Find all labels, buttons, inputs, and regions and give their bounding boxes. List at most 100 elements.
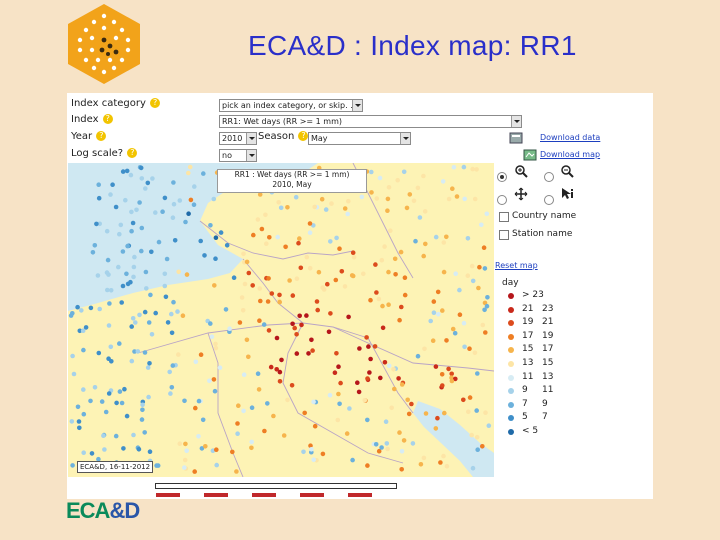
station-dot[interactable]: [133, 320, 138, 325]
station-dot[interactable]: [131, 264, 137, 270]
station-dot[interactable]: [332, 370, 338, 375]
station-dot[interactable]: [208, 321, 213, 326]
station-dot[interactable]: [137, 200, 142, 205]
station-dot[interactable]: [261, 322, 267, 327]
log-scale-select[interactable]: no: [219, 149, 257, 162]
station-dot[interactable]: [290, 321, 295, 327]
station-dot[interactable]: [406, 411, 412, 417]
station-dot[interactable]: [379, 257, 385, 263]
station-dot[interactable]: [481, 245, 487, 250]
station-dot[interactable]: [239, 295, 245, 300]
station-dot[interactable]: [365, 417, 370, 423]
station-dot[interactable]: [246, 270, 252, 276]
station-dot[interactable]: [108, 288, 114, 293]
station-dot[interactable]: [234, 469, 239, 474]
station-dot[interactable]: [250, 283, 255, 288]
station-dot[interactable]: [171, 201, 177, 207]
station-dot[interactable]: [120, 283, 126, 289]
station-dot[interactable]: [103, 409, 109, 415]
download-data-icon[interactable]: [509, 131, 523, 145]
station-dot[interactable]: [397, 317, 402, 323]
station-dot[interactable]: [142, 309, 148, 315]
station-dot[interactable]: [108, 192, 113, 197]
station-dot[interactable]: [146, 320, 152, 325]
station-dot[interactable]: [70, 311, 75, 316]
station-dot[interactable]: [81, 450, 86, 456]
station-dot[interactable]: [368, 297, 373, 303]
station-dot[interactable]: [182, 465, 187, 470]
station-dot[interactable]: [440, 383, 445, 388]
station-dot[interactable]: [287, 278, 292, 283]
station-dot[interactable]: [359, 194, 365, 200]
station-dot[interactable]: [302, 410, 307, 416]
station-dot[interactable]: [477, 264, 482, 270]
station-dot[interactable]: [470, 166, 476, 172]
station-dot[interactable]: [139, 225, 145, 231]
station-dot[interactable]: [192, 469, 197, 474]
station-dot[interactable]: [378, 375, 383, 381]
station-dot[interactable]: [335, 417, 341, 423]
station-dot[interactable]: [97, 306, 102, 312]
country-name-checkbox[interactable]: [499, 212, 509, 222]
station-dot[interactable]: [312, 423, 318, 429]
station-dot[interactable]: [200, 417, 206, 423]
station-dot[interactable]: [202, 253, 207, 258]
station-dot[interactable]: [142, 430, 147, 435]
station-dot[interactable]: [262, 428, 267, 434]
station-dot[interactable]: [415, 353, 421, 359]
station-dot[interactable]: [346, 314, 351, 320]
station-dot[interactable]: [145, 365, 151, 370]
station-dot[interactable]: [143, 186, 148, 191]
station-dot[interactable]: [235, 431, 240, 437]
station-dot[interactable]: [423, 241, 428, 247]
station-dot[interactable]: [164, 256, 170, 262]
station-dot[interactable]: [106, 356, 111, 361]
station-dot[interactable]: [472, 350, 478, 356]
station-dot[interactable]: [139, 248, 144, 254]
station-dot[interactable]: [441, 453, 446, 459]
station-dot[interactable]: [399, 449, 405, 454]
station-dot[interactable]: [430, 338, 436, 343]
station-dot[interactable]: [95, 273, 101, 278]
station-dot[interactable]: [193, 359, 199, 365]
station-name-checkbox[interactable]: [499, 230, 509, 240]
station-dot[interactable]: [169, 311, 174, 317]
station-dot[interactable]: [435, 415, 440, 421]
station-dot[interactable]: [213, 256, 218, 261]
station-dot[interactable]: [198, 238, 203, 244]
station-dot[interactable]: [476, 285, 481, 291]
info-radio[interactable]: [544, 195, 554, 205]
station-dot[interactable]: [462, 344, 467, 350]
station-dot[interactable]: [333, 277, 339, 283]
station-dot[interactable]: [374, 196, 380, 201]
station-dot[interactable]: [138, 165, 144, 171]
station-dot[interactable]: [123, 197, 128, 203]
station-dot[interactable]: [171, 299, 176, 305]
station-map-canvas[interactable]: [68, 163, 494, 477]
station-dot[interactable]: [366, 344, 371, 349]
station-dot[interactable]: [96, 195, 102, 201]
station-dot[interactable]: [285, 397, 290, 403]
station-dot[interactable]: [117, 389, 123, 394]
station-dot[interactable]: [369, 169, 374, 175]
station-dot[interactable]: [124, 271, 129, 277]
station-dot[interactable]: [289, 383, 295, 388]
station-dot[interactable]: [392, 386, 397, 392]
station-dot[interactable]: [118, 222, 124, 228]
station-dot[interactable]: [139, 176, 145, 181]
station-dot[interactable]: [242, 281, 248, 287]
station-dot[interactable]: [140, 407, 145, 413]
station-dot[interactable]: [244, 337, 250, 343]
station-dot[interactable]: [172, 238, 178, 243]
station-dot[interactable]: [323, 207, 329, 212]
station-dot[interactable]: [294, 276, 300, 281]
station-dot[interactable]: [320, 451, 326, 457]
station-dot[interactable]: [224, 243, 230, 248]
station-dot[interactable]: [454, 194, 460, 199]
station-dot[interactable]: [421, 173, 426, 179]
station-dot[interactable]: [482, 307, 487, 313]
station-dot[interactable]: [298, 265, 304, 271]
station-dot[interactable]: [327, 392, 333, 398]
station-dot[interactable]: [130, 316, 136, 321]
station-dot[interactable]: [128, 172, 134, 178]
